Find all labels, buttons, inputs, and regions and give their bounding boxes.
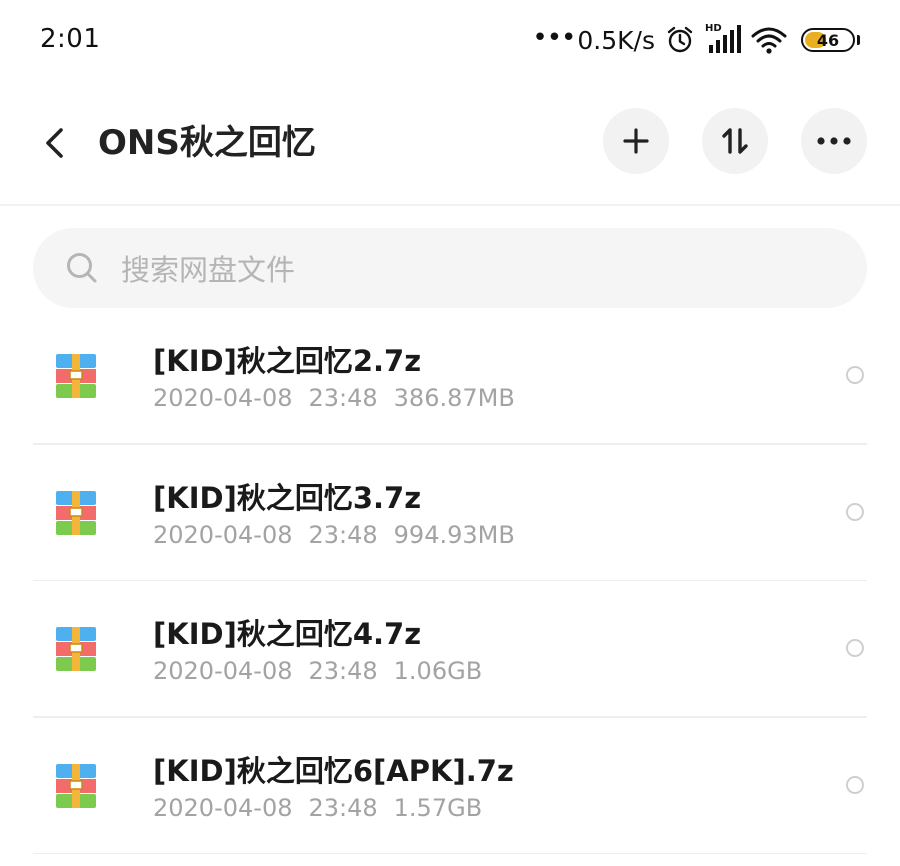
- file-name: [KID]秋之回忆3.7z: [153, 480, 422, 515]
- battery-level: 46: [816, 30, 840, 50]
- file-meta: 2020-04-08 23:48 1.06GB: [153, 657, 482, 685]
- network-dots: •••: [532, 23, 576, 53]
- network-speed: ••• 0.5K/s: [532, 23, 655, 55]
- file-meta: 2020-04-08 23:48 994.93MB: [153, 521, 515, 549]
- file-size: 386.87MB: [393, 384, 515, 412]
- status-bar: 2:01 ••• 0.5K/s HD 46: [0, 0, 900, 80]
- select-radio[interactable]: [846, 502, 864, 521]
- file-name: [KID]秋之回忆2.7z: [153, 344, 422, 378]
- select-radio[interactable]: [846, 775, 864, 794]
- page-title: ONS秋之回忆: [98, 123, 316, 163]
- archive-icon: [56, 354, 96, 398]
- file-name: [KID]秋之回忆6[APK].7z: [153, 753, 514, 788]
- file-size: 1.57GB: [393, 793, 483, 822]
- archive-icon: [56, 763, 96, 808]
- select-radio[interactable]: [846, 366, 864, 384]
- file-name: [KID]秋之回忆4.7z: [153, 617, 422, 651]
- select-radio[interactable]: [846, 639, 864, 657]
- battery-icon: 46: [801, 28, 855, 52]
- file-time: 23:48: [308, 657, 378, 685]
- search-input[interactable]: 搜索网盘文件: [33, 228, 867, 308]
- search-icon: [67, 253, 97, 283]
- list-item[interactable]: [KID]秋之回忆4.7z 2020-04-08 23:48 1.06GB: [0, 581, 900, 718]
- file-list: [KID]秋之回忆2.7z 2020-04-08 23:48 386.87MB [K…: [0, 308, 900, 854]
- more-button[interactable]: [801, 108, 867, 174]
- archive-icon: [56, 490, 96, 535]
- file-time: 23:48: [308, 384, 378, 412]
- file-meta: 2020-04-08 23:48 1.57GB: [153, 794, 482, 822]
- wifi-icon: [751, 27, 787, 54]
- network-speed-value: 0.5K/s: [577, 25, 655, 55]
- app-header: ONS秋之回忆: [0, 100, 900, 200]
- sort-button[interactable]: [702, 108, 768, 174]
- plus-icon: [623, 128, 649, 154]
- add-button[interactable]: [603, 108, 669, 174]
- back-button[interactable]: [30, 118, 80, 168]
- status-time: 2:01: [40, 24, 101, 54]
- more-horizontal-icon: [817, 137, 851, 145]
- row-divider: [33, 852, 867, 854]
- sort-arrows-icon: [722, 128, 748, 154]
- file-size: 1.06GB: [393, 657, 483, 685]
- search-placeholder: 搜索网盘文件: [121, 253, 296, 287]
- file-size: 994.93MB: [393, 520, 515, 549]
- file-date: 2020-04-08: [153, 384, 293, 412]
- list-item[interactable]: [KID]秋之回忆2.7z 2020-04-08 23:48 386.87MB: [0, 308, 900, 445]
- battery-tip: [857, 35, 860, 45]
- file-date: 2020-04-08: [153, 520, 293, 549]
- file-time: 23:48: [308, 520, 378, 549]
- alarm-clock-icon: [667, 26, 693, 53]
- chevron-left-icon: [46, 128, 63, 158]
- status-icons: ••• 0.5K/s HD 46: [532, 22, 860, 58]
- file-date: 2020-04-08: [153, 793, 293, 822]
- archive-icon: [56, 627, 96, 671]
- list-item[interactable]: [KID]秋之回忆3.7z 2020-04-08 23:48 994.93MB: [0, 445, 900, 581]
- file-date: 2020-04-08: [153, 657, 293, 685]
- header-divider: [0, 204, 900, 206]
- file-time: 23:48: [308, 793, 378, 822]
- hd-signal-icon: HD: [705, 23, 741, 55]
- file-meta: 2020-04-08 23:48 386.87MB: [153, 384, 515, 412]
- list-item[interactable]: [KID]秋之回忆6[APK].7z 2020-04-08 23:48 1.57GB: [0, 718, 900, 854]
